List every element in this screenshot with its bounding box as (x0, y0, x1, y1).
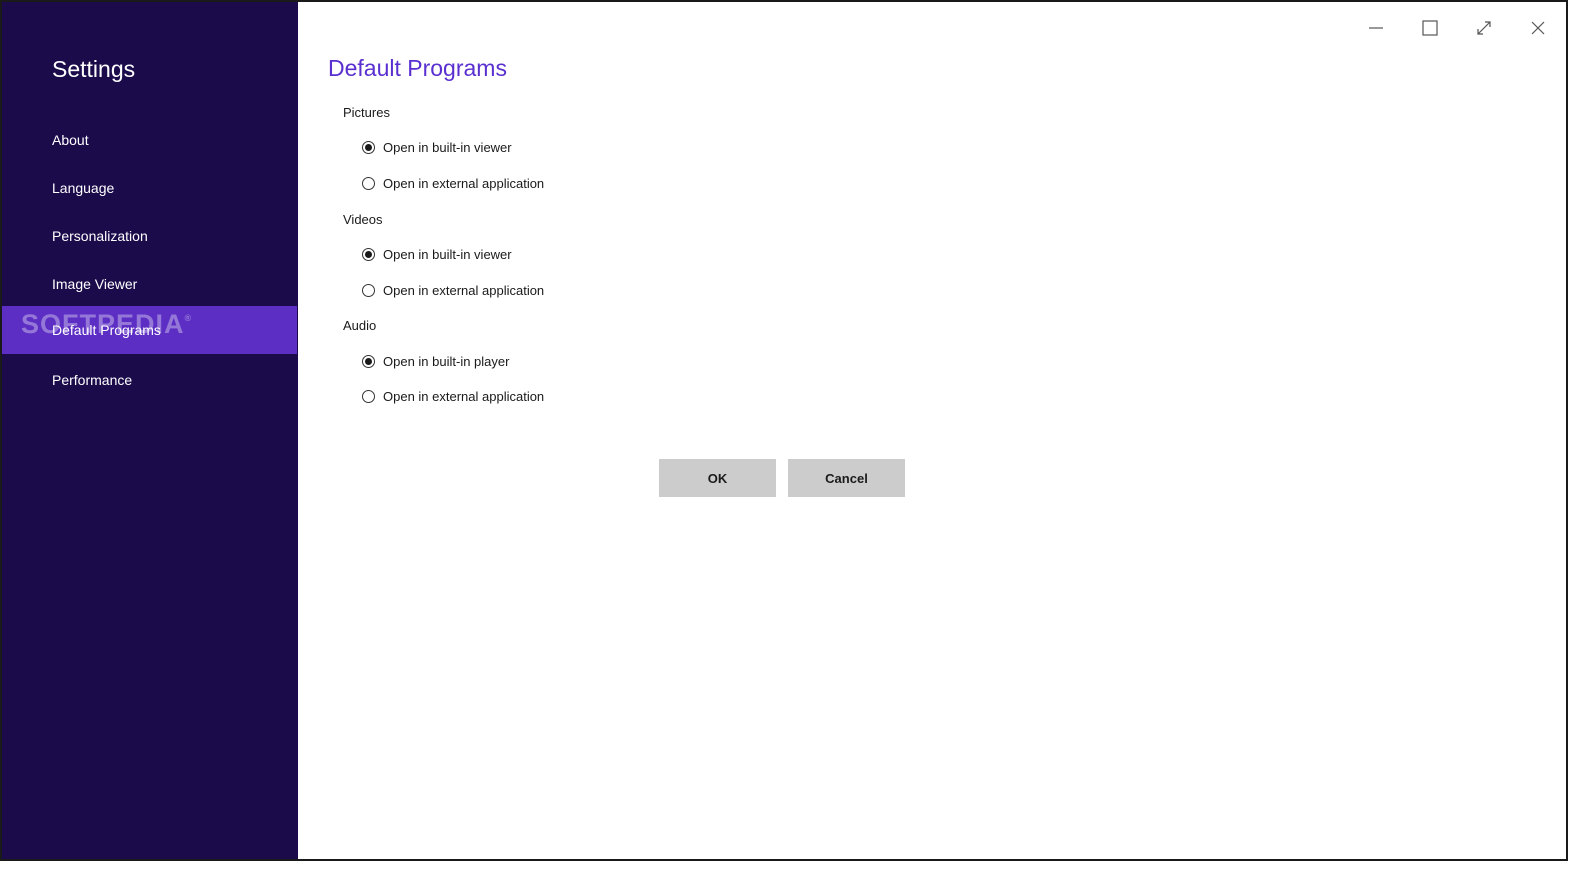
main-content: Default Programs Pictures Open in built-… (298, 2, 1566, 859)
sidebar-item-language[interactable]: Language (2, 164, 297, 212)
maximize-icon (1422, 20, 1438, 36)
group-label-audio: Audio (343, 318, 377, 333)
ok-button[interactable]: OK (659, 459, 776, 497)
fullscreen-button[interactable] (1470, 14, 1498, 42)
pictures-external-option[interactable]: Open in external application (362, 173, 544, 193)
radio-label: Open in built-in viewer (383, 246, 512, 262)
sidebar-title: Settings (52, 56, 136, 82)
radio-label: Open in external application (383, 282, 545, 298)
audio-builtin-option[interactable]: Open in built-in player (362, 351, 509, 371)
radio-label: Open in built-in player (383, 353, 510, 369)
cancel-button[interactable]: Cancel (788, 459, 905, 497)
minimize-button[interactable] (1362, 14, 1390, 42)
settings-window: Settings About Language Personalization … (0, 0, 1568, 861)
close-icon (1531, 21, 1545, 35)
close-button[interactable] (1524, 14, 1552, 42)
sidebar-item-image-viewer[interactable]: Image Viewer (2, 260, 297, 308)
radio-button[interactable] (362, 283, 375, 297)
group-label-pictures: Pictures (343, 105, 390, 120)
sidebar-item-performance[interactable]: Performance (2, 356, 297, 404)
radio-label: Open in external application (383, 388, 545, 404)
sidebar-item-default-programs[interactable]: Default Programs (2, 306, 297, 354)
radio-button[interactable] (362, 354, 375, 368)
radio-button[interactable] (362, 140, 375, 154)
fullscreen-icon (1477, 21, 1491, 35)
minimize-icon (1369, 27, 1383, 29)
videos-external-option[interactable]: Open in external application (362, 280, 544, 300)
sidebar-item-personalization[interactable]: Personalization (2, 212, 297, 260)
sidebar: Settings About Language Personalization … (2, 2, 298, 859)
sidebar-item-about[interactable]: About (2, 116, 297, 164)
radio-label: Open in external application (383, 175, 545, 191)
radio-label: Open in built-in viewer (383, 139, 512, 155)
videos-builtin-option[interactable]: Open in built-in viewer (362, 244, 512, 264)
radio-button[interactable] (362, 389, 375, 403)
page-title: Default Programs (328, 55, 507, 81)
group-label-videos: Videos (343, 212, 383, 227)
radio-button[interactable] (362, 176, 375, 190)
maximize-button[interactable] (1416, 14, 1444, 42)
radio-button[interactable] (362, 247, 375, 261)
pictures-builtin-option[interactable]: Open in built-in viewer (362, 137, 512, 157)
audio-external-option[interactable]: Open in external application (362, 386, 544, 406)
